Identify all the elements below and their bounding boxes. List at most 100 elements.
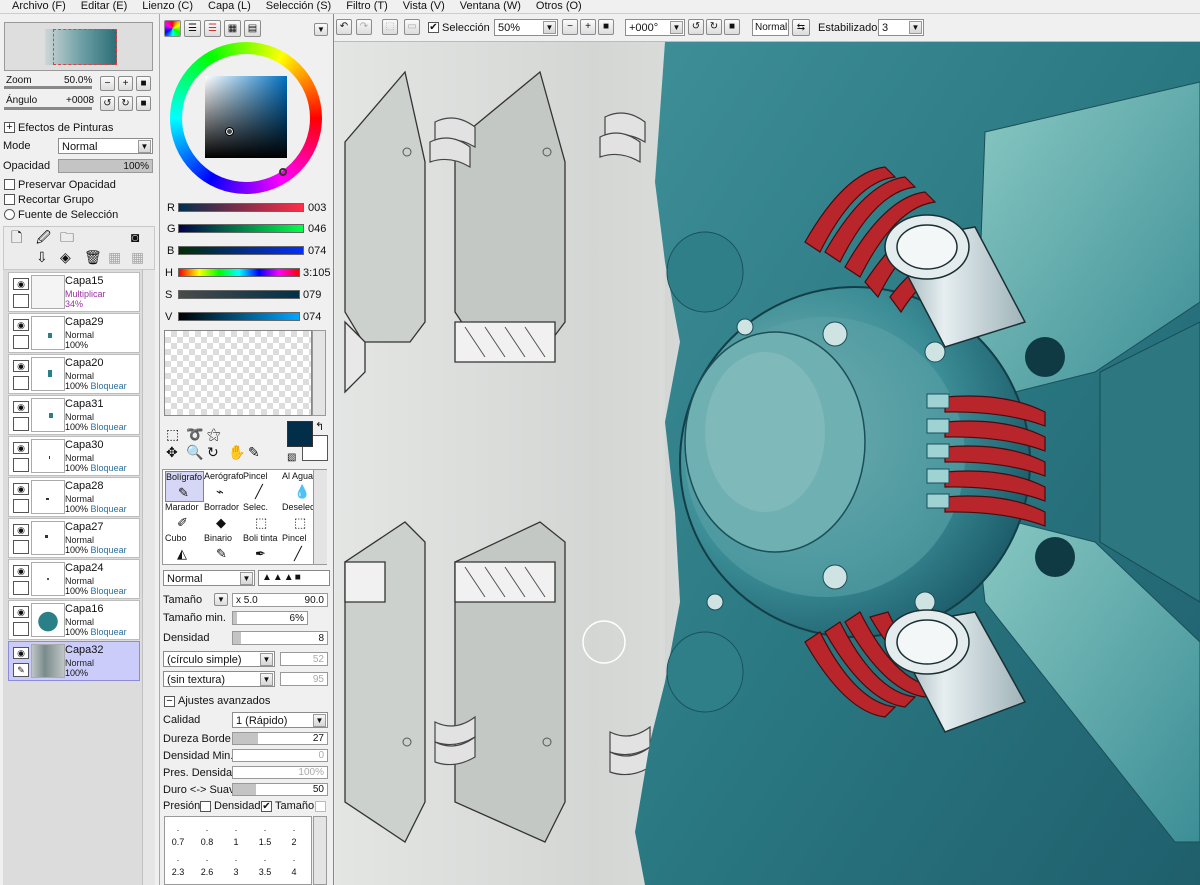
brush-texture-strength-slider[interactable]: 95 — [280, 672, 328, 686]
green-slider[interactable] — [178, 224, 304, 233]
preset-dot[interactable]: . — [223, 853, 249, 863]
toolbar-rotate-cw-button[interactable]: ↻ — [706, 19, 722, 35]
scratchpad[interactable] — [164, 330, 312, 416]
zoom-out-button[interactable]: − — [100, 76, 115, 91]
menu-vista[interactable]: Vista (V) — [403, 0, 445, 13]
new-layer-icon[interactable]: 🗋 — [11, 230, 22, 244]
layer-lock-checkbox[interactable] — [13, 499, 29, 513]
brush-shape-selector[interactable]: ▲▲▲■ — [258, 570, 330, 586]
primary-color-swatch[interactable] — [287, 421, 313, 447]
tool-pen[interactable]: Bolígrafo ✎ — [165, 471, 204, 502]
layer-options-icon[interactable]: ▦ — [131, 250, 144, 264]
eye-icon[interactable]: ◉ — [13, 278, 29, 290]
toolbar-zoom-out-button[interactable]: − — [562, 19, 578, 35]
redo-button[interactable]: ↷ — [356, 19, 372, 35]
preset-dot[interactable]: . — [281, 823, 307, 833]
pressure-extra-checkbox[interactable] — [315, 801, 326, 812]
preset-size[interactable]: 3 — [223, 867, 249, 877]
layer-list-scrollbar[interactable] — [142, 270, 155, 885]
zoom-slider[interactable] — [4, 86, 92, 89]
density-slider[interactable]: 8 — [232, 631, 328, 645]
min-size-slider[interactable]: 6% — [232, 611, 308, 625]
preset-size[interactable]: 1 — [223, 837, 249, 847]
value-slider[interactable] — [178, 312, 300, 321]
angle-slider[interactable] — [4, 107, 92, 110]
layer-lock-checkbox[interactable] — [13, 458, 29, 472]
toolbar-zoom-reset-button[interactable]: ■ — [598, 19, 614, 35]
merge-layer-icon[interactable]: ◈ — [60, 250, 71, 264]
hand-icon[interactable]: ✋ — [228, 445, 245, 459]
invert-selection-button[interactable]: ▭ — [404, 19, 420, 35]
brush-indicator-icon[interactable]: ✎ — [13, 663, 29, 677]
zoom-icon[interactable]: 🔍 — [186, 445, 203, 459]
menu-filtro[interactable]: Filtro (T) — [346, 0, 388, 13]
eye-icon[interactable]: ◉ — [13, 319, 29, 331]
preset-size[interactable]: 4 — [281, 867, 307, 877]
brush-texture-select[interactable]: (sin textura) ▼ — [163, 671, 275, 687]
brush-shape-strength-slider[interactable]: 52 — [280, 652, 328, 666]
drawing-canvas[interactable] — [335, 42, 1200, 885]
eye-icon[interactable]: ◉ — [13, 483, 29, 495]
undo-button[interactable]: ↶ — [336, 19, 352, 35]
eye-icon[interactable]: ◉ — [13, 606, 29, 618]
swap-colors-icon[interactable]: ↰ — [315, 420, 324, 434]
preserve-opacity-checkbox[interactable] — [4, 179, 15, 190]
layer-lock-checkbox[interactable] — [13, 376, 29, 390]
magic-wand-icon[interactable]: ⚝ — [207, 427, 221, 441]
lasso-icon[interactable]: ➰ — [186, 427, 203, 441]
layer-lock-checkbox[interactable] — [13, 622, 29, 636]
rect-select-icon[interactable]: ⬚ — [166, 427, 179, 441]
scratchpad-scrollbar[interactable] — [312, 330, 326, 416]
zoom-reset-button[interactable]: ■ — [136, 76, 151, 91]
new-folder-icon[interactable]: 🗀 — [60, 230, 74, 244]
layer-item[interactable]: ◉ Capa27 Normal 100% Bloquear — [8, 518, 140, 558]
preset-dot[interactable]: . — [194, 823, 220, 833]
preset-size[interactable]: 1.5 — [252, 837, 278, 847]
view-mode-field[interactable]: Normal — [752, 19, 789, 36]
tool-airbrush[interactable]: Aerógrafo ⌁ — [204, 471, 243, 502]
rotate-ccw-button[interactable]: ↺ — [100, 96, 115, 111]
toolbar-rotate-reset-button[interactable]: ■ — [724, 19, 740, 35]
toolbar-rotate-ccw-button[interactable]: ↺ — [688, 19, 704, 35]
preset-size[interactable]: 2 — [281, 837, 307, 847]
layer-lock-checkbox[interactable] — [13, 581, 29, 595]
eye-icon[interactable]: ◉ — [13, 442, 29, 454]
zoom-select[interactable]: 50% ▼ — [494, 19, 558, 36]
brush-size-slider[interactable]: x 5.0 90.0 — [232, 593, 328, 607]
rotate-reset-button[interactable]: ■ — [136, 96, 151, 111]
layer-item[interactable]: ◉ Capa31 Normal 100% Bloquear — [8, 395, 140, 435]
swatches-mode-button[interactable]: ▦ — [224, 20, 241, 37]
red-slider[interactable] — [178, 203, 304, 212]
selection-source-radio[interactable] — [4, 209, 15, 220]
layer-lock-checkbox[interactable] — [13, 540, 29, 554]
layer-item[interactable]: ◉ Capa16 Normal 100% Bloquear — [8, 600, 140, 640]
eye-icon[interactable]: ◉ — [13, 565, 29, 577]
eye-icon[interactable]: ◉ — [13, 401, 29, 413]
preset-dot[interactable]: . — [194, 853, 220, 863]
eye-icon[interactable]: ◉ — [13, 524, 29, 536]
scratchpad-mode-button[interactable]: ▤ — [244, 20, 261, 37]
tool-eraser[interactable]: Borrador ◆ — [204, 502, 243, 533]
saturation-value-square[interactable] — [205, 76, 287, 158]
layer-item[interactable]: ◉ Capa20 Normal 100% Bloquear — [8, 354, 140, 394]
panel-menu-button[interactable]: ▼ — [314, 23, 328, 36]
toolbar-zoom-in-button[interactable]: + — [580, 19, 596, 35]
eye-icon[interactable]: ◉ — [13, 360, 29, 372]
new-linework-layer-icon[interactable]: 🖉 — [36, 230, 51, 244]
preset-size[interactable]: 0.8 — [194, 837, 220, 847]
pressure-density-checkbox[interactable] — [200, 801, 211, 812]
zoom-in-button[interactable]: + — [118, 76, 133, 91]
menu-archivo[interactable]: Archivo (F) — [12, 0, 66, 13]
layer-item-selected[interactable]: ◉ ✎ Capa32 Normal 100% — [8, 641, 140, 681]
menu-lienzo[interactable]: Lienzo (C) — [142, 0, 193, 13]
clip-group-checkbox[interactable] — [4, 194, 15, 205]
layer-lock-checkbox[interactable] — [13, 294, 29, 308]
tool-grid-scrollbar[interactable] — [313, 470, 327, 564]
eyedropper-icon[interactable]: ✎ — [248, 445, 260, 459]
edge-hardness-slider[interactable]: 27 — [232, 732, 328, 745]
tool-bucket[interactable]: Cubo ◭ — [165, 533, 204, 564]
preset-size[interactable]: 0.7 — [165, 837, 191, 847]
layer-item[interactable]: ◉ Capa28 Normal 100% Bloquear — [8, 477, 140, 517]
size-multiplier-dropdown[interactable]: ▼ — [214, 593, 228, 606]
layer-item[interactable]: ◉ Capa24 Normal 100% Bloquear — [8, 559, 140, 599]
